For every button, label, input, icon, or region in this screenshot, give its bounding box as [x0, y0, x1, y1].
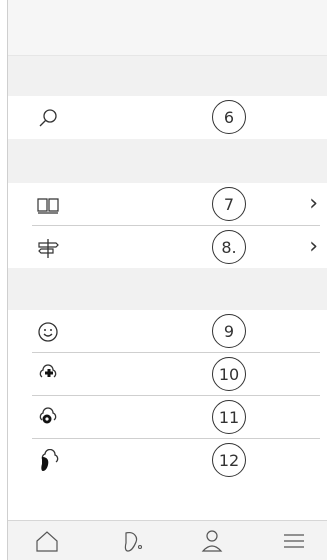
chevron-right-icon: › [309, 234, 318, 259]
cloud-plus-icon [36, 363, 60, 387]
cloud-gear-icon [36, 406, 60, 430]
cloud-hearing-aid-icon [36, 448, 60, 473]
number-badge: 8. [212, 230, 246, 264]
list-item-cloud-settings[interactable]: 11 [8, 396, 327, 439]
number-badge: 6 [212, 100, 246, 134]
section-header-1 [8, 56, 327, 96]
list-item-cloud-device[interactable]: 12 [8, 439, 327, 482]
section-header-2 [8, 139, 327, 183]
chevron-right-icon: › [309, 191, 318, 216]
list-item-guide[interactable]: 7 › [8, 183, 327, 226]
signpost-icon [36, 236, 60, 260]
app-screen: 6 7 › 8. › 9 10 11 12 [7, 0, 327, 560]
list-item-directions[interactable]: 8. › [8, 226, 327, 269]
book-icon [36, 193, 60, 217]
number-badge: 12 [212, 443, 246, 477]
list-item-search[interactable]: 6 [8, 96, 327, 139]
number-badge: 10 [212, 357, 246, 391]
top-bar [8, 0, 327, 56]
smiley-icon [36, 320, 60, 344]
home-icon[interactable] [33, 527, 61, 555]
number-badge: 7 [212, 187, 246, 221]
number-badge: 11 [212, 400, 246, 434]
section-header-3 [8, 268, 327, 310]
menu-icon[interactable] [280, 527, 308, 555]
list-item-cloud-add[interactable]: 10 [8, 353, 327, 396]
bottom-tab-bar [8, 520, 327, 560]
search-icon [36, 106, 60, 130]
list-item-feedback[interactable]: 9 [8, 310, 327, 353]
profile-icon[interactable] [198, 527, 226, 555]
hearing-aid-icon[interactable] [118, 527, 146, 555]
number-badge: 9 [212, 314, 246, 348]
